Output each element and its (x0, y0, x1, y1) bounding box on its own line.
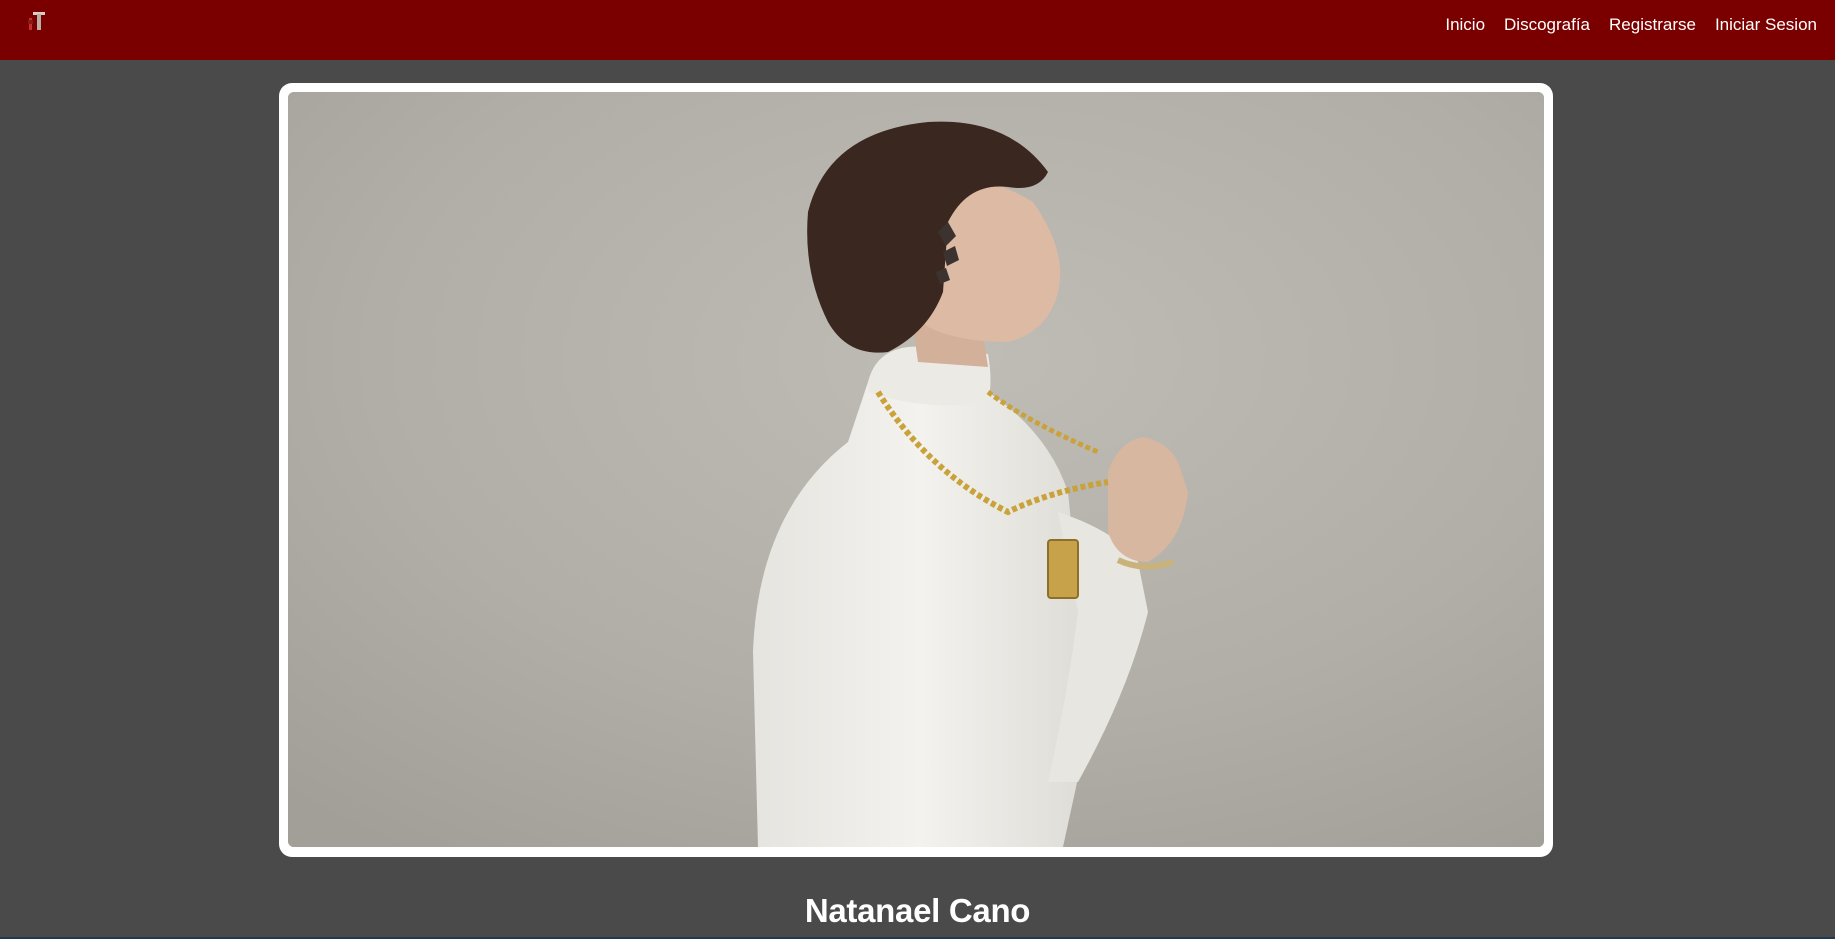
nav-link-registrarse[interactable]: Registrarse (1609, 15, 1696, 35)
guitar-logo-icon[interactable] (26, 10, 48, 34)
nav-link-iniciar-sesion[interactable]: Iniciar Sesion (1715, 15, 1817, 35)
artist-portrait-image (288, 92, 1544, 847)
top-navbar: Inicio Discografía Registrarse Iniciar S… (0, 0, 1835, 60)
portrait-illustration (288, 92, 1544, 847)
artist-name-heading: Natanael Cano (804, 892, 1031, 929)
nav-link-discografia[interactable]: Discografía (1504, 15, 1590, 35)
nav-link-inicio[interactable]: Inicio (1445, 15, 1485, 35)
nav-links: Inicio Discografía Registrarse Iniciar S… (1445, 0, 1817, 50)
hero-photo-frame (279, 83, 1553, 857)
